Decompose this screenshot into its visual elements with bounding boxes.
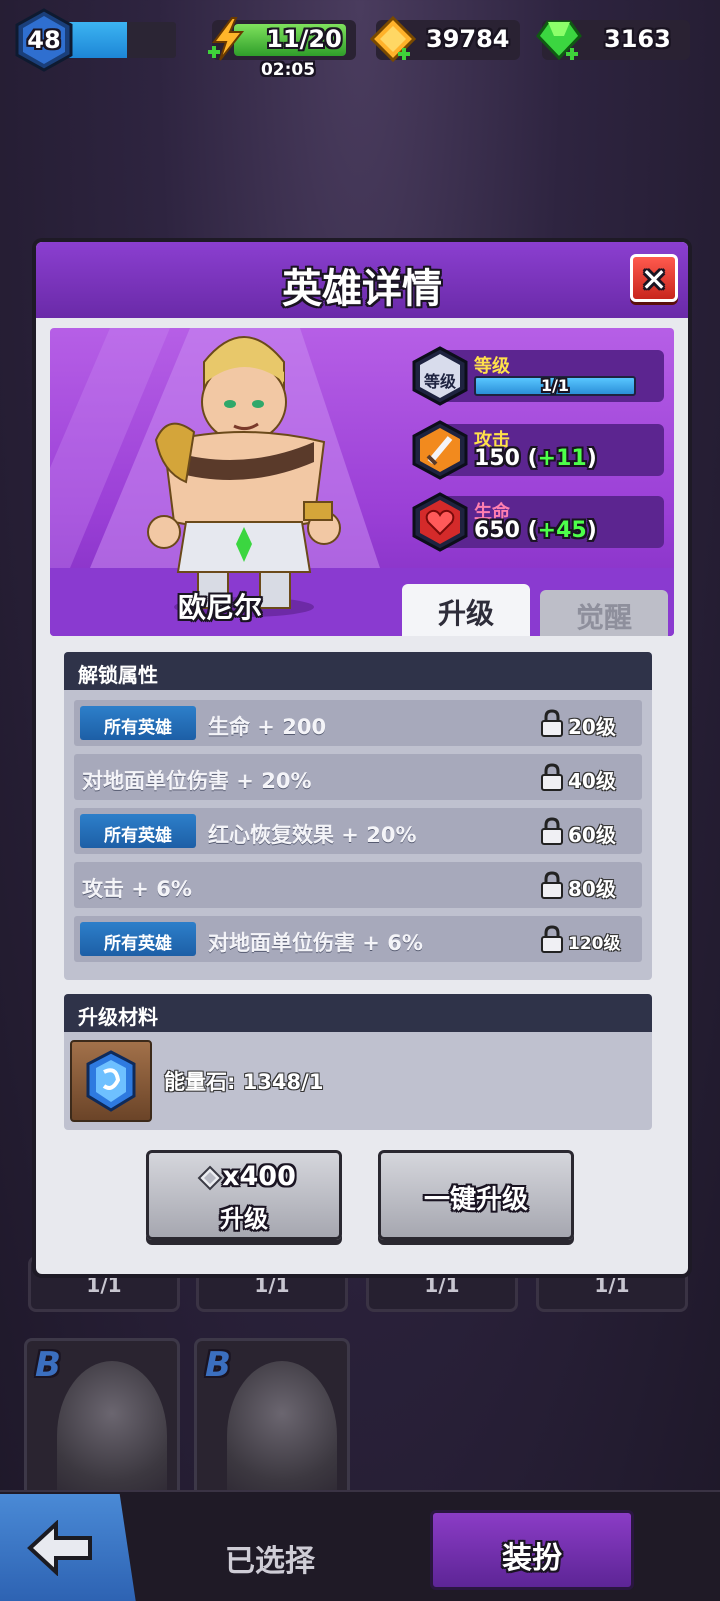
- hp-bonus: +45: [537, 518, 587, 543]
- unlock-attr-text: 生命 + 200: [208, 715, 327, 739]
- lock-icon: [541, 709, 563, 737]
- lock-icon: [541, 925, 563, 953]
- hero-grade: B: [205, 1345, 231, 1385]
- upgrade-materials-header: 升级材料: [64, 994, 652, 1032]
- modal-title: 英雄详情: [282, 266, 442, 312]
- energy-counter[interactable]: 11/20: [208, 17, 356, 61]
- hp-value-line: 650 (+45): [474, 518, 597, 543]
- unlock-attr-text: 对地面单位伤害 + 20%: [82, 769, 312, 793]
- dress-up-button[interactable]: 装扮: [430, 1510, 634, 1590]
- hero-card-knight[interactable]: B: [24, 1338, 180, 1498]
- unlock-attr-text: 攻击 + 6%: [82, 877, 192, 901]
- all-heroes-tag: 所有英雄: [80, 814, 196, 848]
- unlock-level-req: 80级: [568, 877, 616, 901]
- unlock-level-req: 120级: [568, 934, 621, 954]
- upgrade-cost: x400: [222, 1161, 296, 1192]
- energy-value: 11/20: [266, 25, 342, 53]
- tab-upgrade-label: 升级: [437, 597, 494, 630]
- player-level-value: 48: [27, 26, 61, 54]
- unlock-attributes-header: 解锁属性: [64, 652, 652, 690]
- unlock-row: 所有英雄 红心恢复效果 + 20% 60级: [74, 808, 642, 854]
- arrow-left-icon: [27, 1520, 92, 1576]
- green-gem-plus-icon: [536, 20, 582, 61]
- one-key-upgrade-label: 一键升级: [423, 1185, 528, 1215]
- hero-card-hero[interactable]: B: [194, 1338, 350, 1498]
- level-badge-text: 等级: [423, 372, 456, 391]
- selected-label: 已选择: [225, 1544, 315, 1579]
- xp-bar-fill: [66, 22, 127, 58]
- attack-value: 150: [474, 446, 520, 471]
- unlock-row: 所有英雄 生命 + 200 20级: [74, 700, 642, 746]
- unlock-level-req: 60级: [568, 823, 616, 847]
- top-resource-bar: 48 11/20 02:05 39784 3163: [0, 0, 720, 90]
- all-heroes-tag-label: 所有英雄: [104, 718, 172, 738]
- gold-counter[interactable]: 39784: [369, 15, 520, 63]
- gem-value: 3163: [604, 25, 671, 53]
- unlock-level-req: 40级: [568, 769, 616, 793]
- attack-stat: 攻击 150 (+11): [410, 420, 664, 480]
- energy-stone-slot[interactable]: [70, 1040, 152, 1122]
- lock-icon: [541, 817, 563, 845]
- sword-icon: [412, 420, 468, 480]
- upgrade-button[interactable]: x400 升级: [146, 1150, 342, 1240]
- unlock-attributes-title: 解锁属性: [78, 663, 158, 687]
- hero-portrait-icon: [227, 1361, 337, 1495]
- bottom-bar: 已选择 装扮: [0, 1490, 720, 1601]
- unlock-row: 所有英雄 对地面单位伤害 + 6% 120级: [74, 916, 642, 962]
- unlock-attr-text: 红心恢复效果 + 20%: [208, 823, 417, 847]
- hp-value: 650: [474, 518, 520, 543]
- energy-stone-icon: [86, 1050, 136, 1112]
- hero-grade: B: [35, 1345, 61, 1385]
- close-icon: ✕: [640, 261, 668, 299]
- upgrade-materials-title: 升级材料: [78, 1005, 158, 1029]
- upgrade-materials-section: 升级材料 能量石: 1348/1: [64, 994, 652, 1130]
- tab-upgrade[interactable]: 升级: [402, 584, 530, 636]
- back-button[interactable]: [0, 1494, 136, 1601]
- gem-counter[interactable]: 3163: [536, 20, 690, 61]
- attack-value-line: 150 (+11): [474, 446, 597, 471]
- level-label: 等级: [474, 356, 510, 377]
- close-button[interactable]: ✕: [630, 254, 678, 302]
- level-stat: 等级 等级 1/1: [410, 346, 664, 406]
- tab-awaken[interactable]: 觉醒: [540, 590, 668, 636]
- heart-icon: [412, 492, 468, 552]
- gold-value: 39784: [426, 25, 510, 53]
- one-key-upgrade-button[interactable]: 一键升级: [378, 1150, 574, 1240]
- upgrade-label: 升级: [220, 1205, 268, 1233]
- lock-icon: [541, 871, 563, 899]
- unlock-row: 对地面单位伤害 + 20% 40级: [74, 754, 642, 800]
- modal-header: 英雄详情 ✕: [36, 242, 688, 318]
- unlock-row: 攻击 + 6% 80级: [74, 862, 642, 908]
- attack-bonus: +11: [537, 446, 587, 471]
- hero-panel: 欧尼尔 等级 等级 1/1 攻击 150 (+11) 生命 650 (+45) …: [50, 328, 674, 636]
- hero-name: 欧尼尔: [177, 591, 262, 624]
- modal-body: 英雄详情 ✕ 欧尼尔 等级 等级 1/1 攻击 150 (+11) 生命 650…: [36, 242, 688, 1274]
- all-heroes-tag: 所有英雄: [80, 706, 196, 740]
- unlock-attributes-section: 解锁属性 所有英雄 生命 + 200 20级 对地面单位伤害 + 20% 40级…: [64, 652, 652, 980]
- all-heroes-tag-label: 所有英雄: [104, 826, 172, 846]
- xp-bar: [66, 22, 176, 58]
- energy-timer: 02:05: [260, 60, 316, 80]
- player-level-badge[interactable]: 48: [14, 8, 74, 72]
- lightning-plus-icon: [208, 17, 245, 61]
- all-heroes-tag-label: 所有英雄: [104, 934, 172, 954]
- lock-icon: [541, 763, 563, 791]
- hero-oneil-portrait: [147, 336, 341, 617]
- tab-awaken-label: 觉醒: [575, 601, 632, 634]
- unlock-attr-text: 对地面单位伤害 + 6%: [208, 931, 423, 955]
- knight-portrait-icon: [57, 1361, 167, 1495]
- all-heroes-tag: 所有英雄: [80, 922, 196, 956]
- hp-stat: 生命 650 (+45): [410, 492, 664, 552]
- level-value: 1/1: [540, 376, 570, 395]
- dress-up-label: 装扮: [502, 1541, 562, 1576]
- unlock-level-req: 20级: [568, 715, 616, 739]
- level-progress-bar: 1/1: [474, 376, 636, 396]
- energy-stone-count: 能量石: 1348/1: [164, 1070, 324, 1094]
- gold-coin-plus-icon: [369, 15, 417, 63]
- hero-detail-modal: 英雄详情 ✕ 欧尼尔 等级 等级 1/1 攻击 150 (+11) 生命 650…: [32, 238, 692, 1278]
